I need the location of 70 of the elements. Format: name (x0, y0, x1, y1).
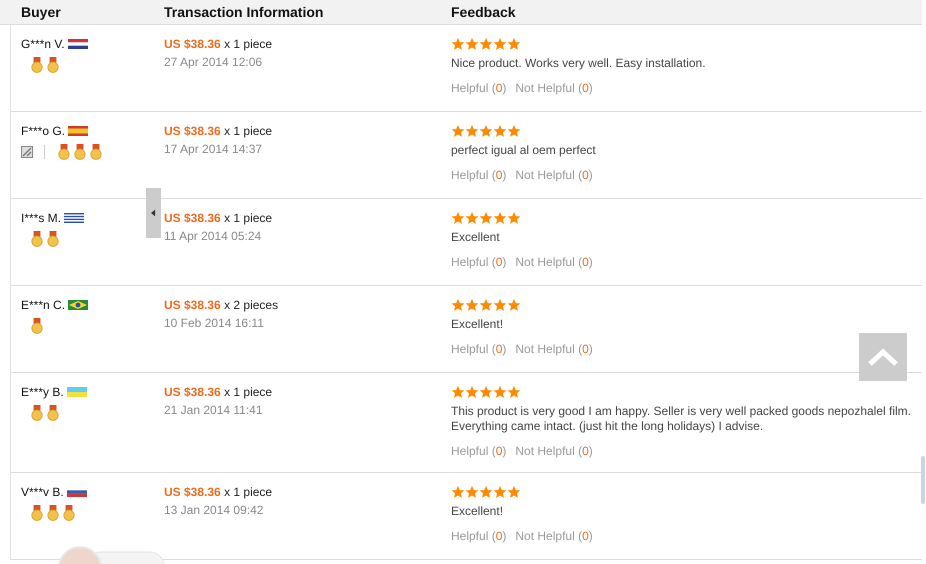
quantity: x 2 pieces (224, 298, 278, 312)
buyer-name: F***o G. (21, 124, 66, 138)
helpful-link[interactable]: Helpful (0) (451, 255, 506, 269)
quantity: x 1 piece (224, 485, 272, 499)
quantity: x 1 piece (224, 211, 272, 225)
flag-icon (68, 39, 88, 49)
flag-icon (68, 300, 88, 310)
review-text: Excellent! (451, 317, 504, 332)
buyer-name: E***n C. (21, 298, 66, 312)
buyer-name: V***v B. (21, 485, 64, 499)
review-text: perfect igual al oem perfect (451, 143, 597, 158)
scrollbar[interactable] (921, 456, 925, 504)
medal-icon (31, 57, 43, 73)
medal-icon (90, 144, 102, 160)
helpful-link[interactable]: Helpful (0) (451, 81, 506, 95)
flag-icon (66, 387, 87, 397)
not-helpful-link[interactable]: Not Helpful (0) (515, 529, 593, 543)
medal-icon (47, 505, 59, 521)
column-header: Buyer (20, 4, 62, 20)
quantity: x 1 piece (224, 385, 272, 399)
price: US $38.36 (164, 485, 221, 499)
medal-icon (74, 144, 86, 160)
not-helpful-link[interactable]: Not Helpful (0) (515, 342, 593, 356)
photo-icon[interactable] (21, 146, 33, 158)
helpful-link[interactable]: Helpful (0) (451, 342, 506, 356)
flag-icon (64, 213, 84, 223)
quantity: x 1 piece (224, 37, 272, 51)
order-date: 21 Jan 2014 11:41 (164, 403, 264, 417)
review-text: Excellent (451, 230, 501, 245)
medal-icon (31, 505, 43, 521)
buyer-name: I***s M. (21, 211, 62, 225)
column-header: Transaction Information (164, 4, 324, 20)
review-text: Nice product. Works very well. Easy installation. (451, 56, 707, 71)
medal-icon (47, 405, 59, 421)
review-text: This product is very good I am happy. Seller is very well packed goods nepozhalel film. Everything came intact. (just hit the long holidays) I advise. (451, 404, 912, 434)
helpful-link[interactable]: Helpful (0) (451, 529, 506, 543)
helpful-link[interactable]: Helpful (0) (451, 168, 506, 182)
quantity: x 1 piece (224, 124, 272, 138)
collapse-tab[interactable] (146, 188, 161, 238)
medal-icon (31, 318, 43, 334)
price: US $38.36 (164, 211, 221, 225)
order-date: 10 Feb 2014 16:11 (164, 316, 265, 330)
order-date: 13 Jan 2014 09:42 (164, 503, 264, 517)
floating-widget[interactable] (56, 546, 166, 564)
caret-icon (151, 209, 156, 217)
price: US $38.36 (164, 298, 221, 312)
order-date: 17 Apr 2014 14:37 (164, 142, 264, 156)
buyer-name: G***n V. (21, 37, 65, 51)
medal-icon (63, 505, 75, 521)
price: US $38.36 (164, 124, 221, 138)
helpful-link[interactable]: Helpful (0) (451, 444, 506, 458)
price: US $38.36 (164, 385, 221, 399)
buyer-name: E***y B. (21, 385, 64, 399)
chevron-up-icon (868, 348, 898, 366)
order-date: 11 Apr 2014 05:24 (164, 229, 262, 243)
flag-icon (68, 126, 88, 136)
not-helpful-link[interactable]: Not Helpful (0) (515, 444, 593, 458)
column-header: Feedback (451, 4, 516, 20)
medal-icon (47, 231, 59, 247)
medal-icon (31, 405, 43, 421)
back-to-top-button[interactable] (859, 333, 907, 381)
price: US $38.36 (164, 37, 221, 51)
not-helpful-link[interactable]: Not Helpful (0) (515, 168, 593, 182)
medal-icon (58, 144, 70, 160)
order-date: 27 Apr 2014 12:06 (164, 55, 264, 69)
review-text: Excellent! (451, 504, 504, 519)
medal-icon (47, 57, 59, 73)
not-helpful-link[interactable]: Not Helpful (0) (515, 81, 593, 95)
medal-icon (31, 231, 43, 247)
not-helpful-link[interactable]: Not Helpful (0) (515, 255, 593, 269)
